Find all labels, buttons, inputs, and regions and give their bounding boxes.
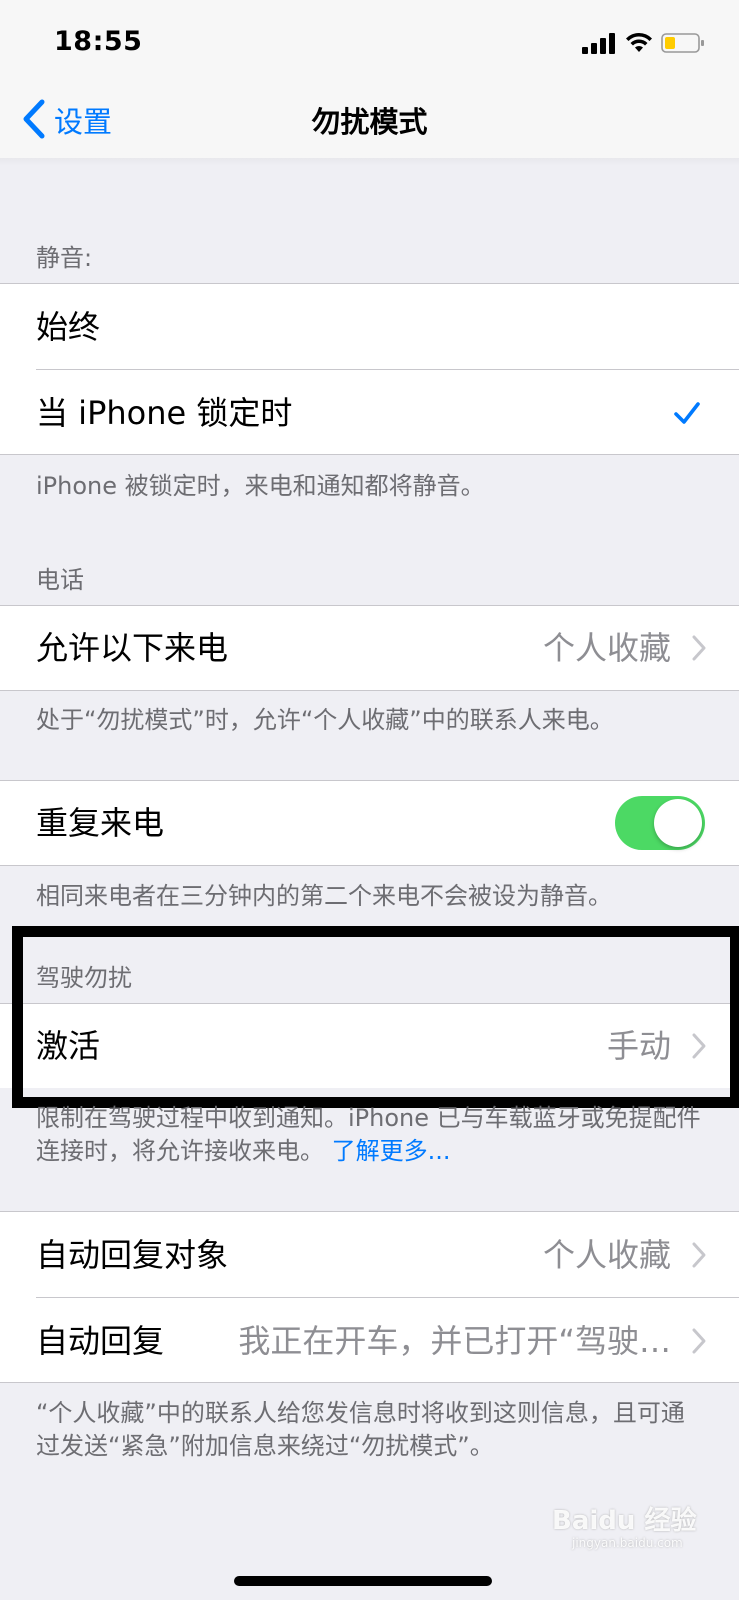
baidu-watermark-url: jingyan.baidu.com (572, 1536, 683, 1550)
chevron-right-icon (692, 1328, 706, 1354)
silence-option-always[interactable]: 始终 (0, 284, 739, 370)
section-footer-driving: 限制在驾驶过程中收到通知。iPhone 已与车载蓝牙或免提配件连接时，将允许接收… (36, 1102, 706, 1168)
auto-reply-row[interactable]: 自动回复 我正在开车，并已打开“驾驶… (0, 1298, 739, 1384)
checkmark-icon (674, 402, 700, 424)
status-time: 18:55 (54, 26, 143, 57)
allow-calls-group: 允许以下来电 个人收藏 (0, 605, 739, 691)
repeated-calls-group: 重复来电 (0, 780, 739, 866)
option-label: 当 iPhone 锁定时 (36, 394, 293, 432)
section-footer-allow-calls: 处于“勿扰模式”时，允许“个人收藏”中的联系人来电。 (36, 706, 614, 734)
toggle-knob (654, 799, 702, 847)
wifi-icon (626, 32, 652, 52)
section-header-phone: 电话 (36, 566, 84, 594)
auto-reply-value: 我正在开车，并已打开“驾驶… (238, 1322, 671, 1360)
repeated-calls-label: 重复来电 (36, 804, 165, 842)
chevron-right-icon (692, 1033, 706, 1059)
allow-calls-from-row[interactable]: 允许以下来电 个人收藏 (0, 606, 739, 690)
battery-icon (661, 33, 704, 53)
section-footer-repeated-calls: 相同来电者在三分钟内的第二个来电不会被设为静音。 (36, 882, 612, 910)
allow-calls-value: 个人收藏 (542, 629, 671, 667)
activate-label: 激活 (36, 1027, 101, 1065)
repeated-calls-toggle[interactable] (615, 796, 705, 850)
section-header-silence: 静音: (36, 244, 93, 272)
section-footer-auto-reply: “个人收藏”中的联系人给您发信息时将收到这则信息，且可通过发送“紧急”附加信息来… (36, 1399, 685, 1460)
cellular-signal-icon (582, 32, 616, 54)
page-title: 勿扰模式 (311, 105, 428, 139)
baidu-watermark: Baidu 经验 (552, 1506, 697, 1536)
auto-reply-group: 自动回复对象 个人收藏 自动回复 我正在开车，并已打开“驾驶… (0, 1211, 739, 1383)
auto-reply-to-value: 个人收藏 (542, 1236, 671, 1274)
chevron-right-icon (692, 1242, 706, 1268)
auto-reply-to-row[interactable]: 自动回复对象 个人收藏 (0, 1212, 739, 1298)
activate-row[interactable]: 激活 手动 (0, 1004, 739, 1088)
section-footer-silence: iPhone 被锁定时，来电和通知都将静音。 (36, 472, 485, 500)
driving-group: 激活 手动 (0, 1003, 739, 1088)
silence-option-when-locked[interactable]: 当 iPhone 锁定时 (0, 370, 739, 456)
auto-reply-label: 自动回复 (36, 1322, 165, 1360)
chevron-right-icon (692, 635, 706, 661)
auto-reply-to-label: 自动回复对象 (36, 1236, 229, 1274)
repeated-calls-row: 重复来电 (0, 781, 739, 865)
activate-value: 手动 (606, 1027, 671, 1065)
learn-more-link[interactable]: 了解更多... (332, 1137, 451, 1165)
silence-options-group: 始终 当 iPhone 锁定时 (0, 283, 739, 455)
allow-calls-label: 允许以下来电 (36, 629, 229, 667)
section-header-driving: 驾驶勿扰 (36, 964, 132, 992)
home-indicator[interactable] (234, 1576, 492, 1586)
nav-divider (0, 158, 739, 166)
option-label: 始终 (36, 308, 101, 346)
